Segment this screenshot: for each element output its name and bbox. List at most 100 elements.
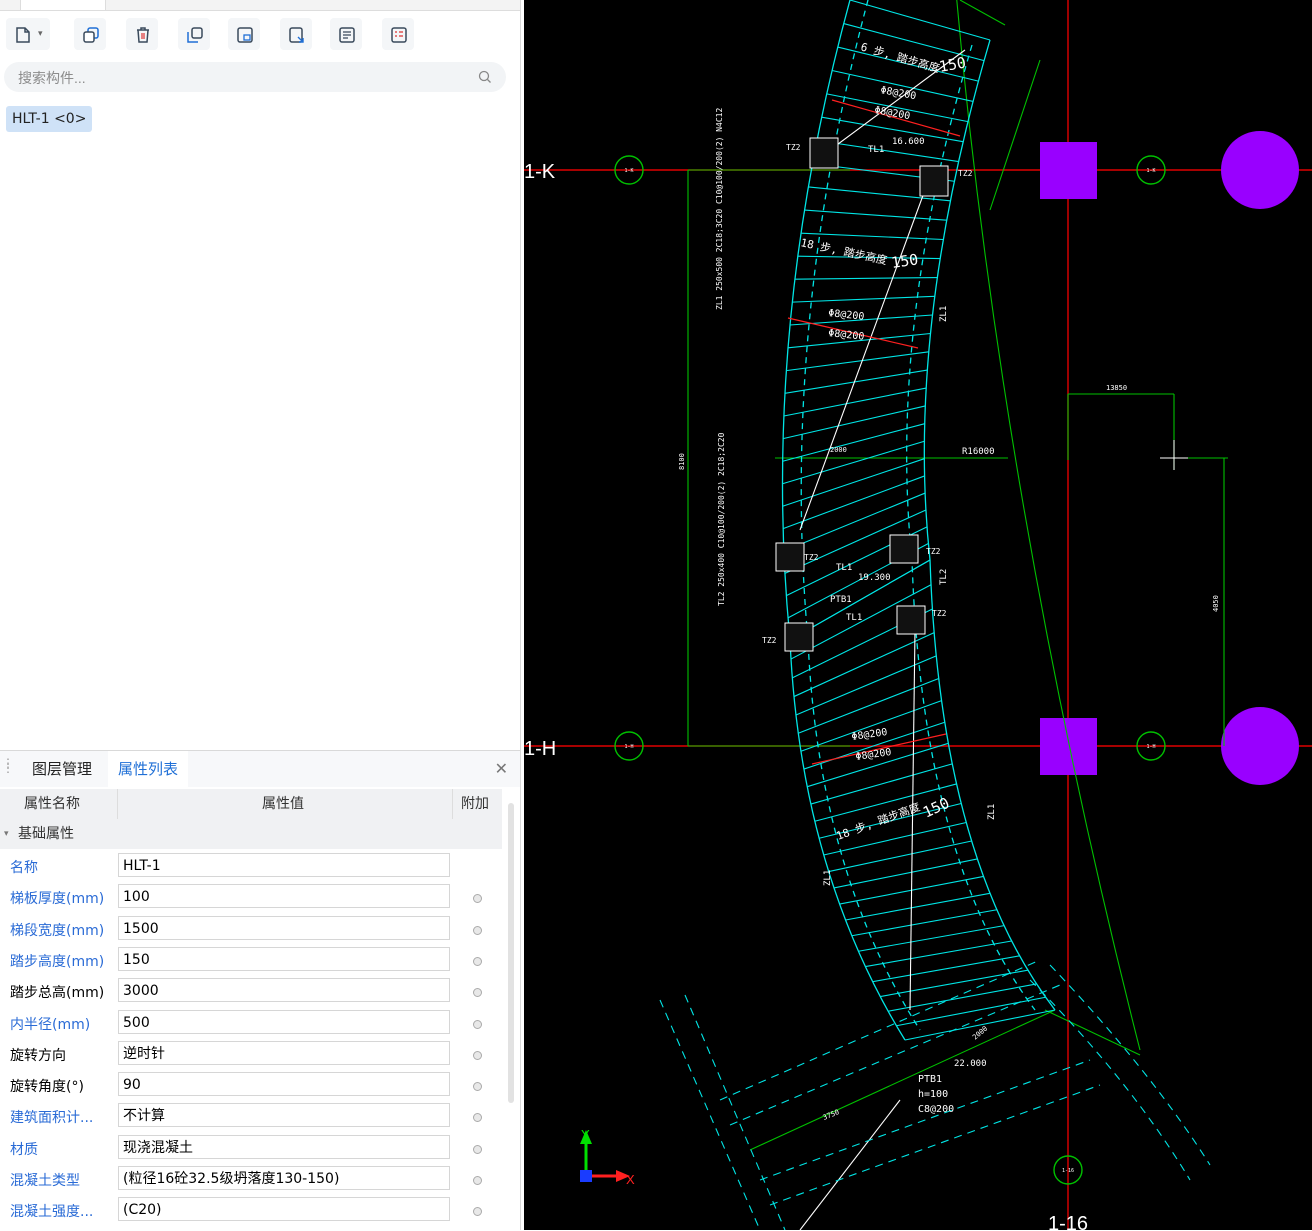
search-input[interactable]: 搜索构件...: [4, 62, 506, 92]
export-icon: [289, 27, 304, 43]
property-name: 混凝土类型: [10, 1173, 80, 1189]
stair-tread: [865, 940, 1012, 968]
dimension-label: 2000: [830, 446, 847, 454]
extra-checkbox[interactable]: [473, 956, 482, 966]
stair-tread: [833, 858, 978, 889]
property-value-input[interactable]: 100: [118, 884, 450, 909]
stair-tread: [849, 0, 991, 41]
extra-checkbox[interactable]: [473, 925, 482, 935]
property-tabs: ⋮ ⋮ 图层管理 属性列表 ✕: [0, 751, 520, 787]
ptb-label: PTB1: [918, 1074, 942, 1085]
property-value-input[interactable]: 90: [118, 1072, 450, 1097]
step-label: 6 步, 踏步高度: [859, 39, 941, 75]
property-row: 名称 HLT-1: [0, 851, 502, 882]
collapse-icon[interactable]: ▾: [4, 819, 9, 849]
drag-grip-icon[interactable]: ⋮ ⋮: [2, 757, 14, 774]
property-name: 名称: [10, 860, 38, 876]
axis-label-1k: 1-K: [524, 161, 556, 183]
bubble-label: 1-H: [1146, 744, 1155, 750]
property-row: 内半径(mm) 500: [0, 1008, 502, 1039]
tz2-label: TZ2: [804, 553, 819, 562]
property-name: 旋转角度(°): [10, 1079, 84, 1096]
property-value-input[interactable]: 不计算: [118, 1103, 450, 1128]
scrollbar[interactable]: [508, 803, 514, 1103]
stair-tread: [782, 405, 926, 440]
property-name: 混凝土强度...: [10, 1204, 94, 1221]
cad-canvas[interactable]: 1-K 1-K 1-H 1-H 1-16 1-K 1-H 1-16 6 步, 踏…: [524, 0, 1312, 1230]
property-value-input[interactable]: 500: [118, 1009, 450, 1034]
property-panel: ⋮ ⋮ 图层管理 属性列表 ✕ 属性名称 属性值 附加 ▾ 基础属性 名称 HLT-…: [0, 750, 520, 1231]
property-row: 梯板厚度(mm) 100: [0, 882, 502, 913]
property-name: 梯板厚度(mm): [10, 891, 105, 908]
tl1-label: TL1: [836, 563, 852, 573]
layer-copy-button[interactable]: [178, 18, 210, 50]
elevation: 16.600: [892, 137, 925, 147]
delete-button[interactable]: [126, 18, 158, 50]
property-row: 梯段宽度(mm) 1500: [0, 914, 502, 945]
stair-tread: [786, 351, 929, 372]
list-button[interactable]: [330, 18, 362, 50]
beam-spec: TL2 250x400 C10@100/200(2) 2C18;2C20: [717, 432, 726, 606]
search-icon[interactable]: [478, 70, 492, 84]
component-item[interactable]: HLT-1 <0>: [6, 106, 93, 132]
tz2-label: TZ2: [932, 609, 947, 618]
floor-copy-icon: [237, 27, 253, 43]
extra-checkbox[interactable]: [473, 988, 482, 998]
tab-property-list[interactable]: 属性列表: [108, 751, 189, 787]
header-name: 属性名称: [24, 796, 80, 812]
extra-checkbox[interactable]: [473, 1019, 482, 1029]
stair-tread: [851, 909, 997, 937]
property-value-input[interactable]: 3000: [118, 978, 450, 1003]
property-name: 梯段宽度(mm): [10, 922, 105, 939]
close-icon[interactable]: ✕: [495, 759, 508, 778]
stair-tread: [792, 295, 935, 303]
break-lines: [799, 49, 966, 1230]
bubble-label: 1-16: [1062, 1168, 1074, 1174]
extra-checkbox[interactable]: [473, 1050, 482, 1060]
extra-checkbox[interactable]: [473, 894, 482, 904]
property-value-input[interactable]: (C20): [118, 1197, 450, 1222]
floor-copy-button[interactable]: [228, 18, 260, 50]
layer-copy-icon: [187, 27, 203, 43]
tab-layer-management[interactable]: 图层管理: [22, 751, 102, 787]
property-value-input[interactable]: 1500: [118, 915, 450, 940]
stair-tread: [810, 763, 953, 805]
step-height: 150: [920, 794, 952, 822]
svg-text:X: X: [626, 1172, 635, 1187]
new-component-button[interactable]: ▾: [6, 18, 50, 50]
property-value-input[interactable]: 150: [118, 946, 450, 971]
copy-button[interactable]: [74, 18, 106, 50]
ucs-icon: Y X: [580, 1127, 635, 1187]
ptb-thickness: h=100: [918, 1089, 948, 1100]
list-icon: [339, 27, 355, 43]
property-value-input[interactable]: HLT-1: [118, 853, 450, 877]
dimension-label: 8100: [678, 453, 686, 470]
property-value-input[interactable]: 现浇混凝土: [118, 1134, 450, 1159]
extra-checkbox[interactable]: [473, 1082, 482, 1092]
zl1-label: ZL1: [939, 306, 949, 322]
detail-button[interactable]: [382, 18, 414, 50]
step-height: 150: [938, 54, 968, 76]
axis-label-1h: 1-H: [524, 738, 556, 760]
extra-checkbox[interactable]: [473, 1207, 482, 1217]
stair-tread: [804, 209, 947, 221]
extra-checkbox[interactable]: [473, 1113, 482, 1123]
step-height: 150: [890, 250, 919, 272]
cad-drawing[interactable]: 1-K 1-K 1-H 1-H 1-16 1-K 1-H 1-16 6 步, 踏…: [524, 0, 1312, 1230]
property-name: 内半径(mm): [10, 1016, 91, 1033]
component-panel: ▾ 搜索构件... HLT-1 <0> ⋮ ⋮ 图层管理 属性列表 ✕ 属性名称 …: [0, 0, 521, 1230]
chevron-down-icon[interactable]: ▾: [38, 29, 43, 39]
extra-checkbox[interactable]: [473, 1144, 482, 1154]
tab-active-partial[interactable]: [20, 0, 106, 10]
property-group[interactable]: ▾ 基础属性: [0, 819, 502, 849]
extra-checkbox[interactable]: [473, 1176, 482, 1185]
stair-tread: [828, 840, 972, 873]
ptb-label: PTB1: [830, 595, 852, 605]
property-value-input[interactable]: (粒径16砼32.5级坍落度130-150): [118, 1166, 450, 1190]
export-button[interactable]: [280, 18, 312, 50]
stair-tread: [800, 700, 942, 752]
rebar-label: Φ8@200: [873, 105, 910, 122]
stair-tread: [880, 969, 1028, 998]
property-value-input[interactable]: 逆时针: [118, 1040, 450, 1065]
property-name: 材质: [10, 1141, 38, 1158]
